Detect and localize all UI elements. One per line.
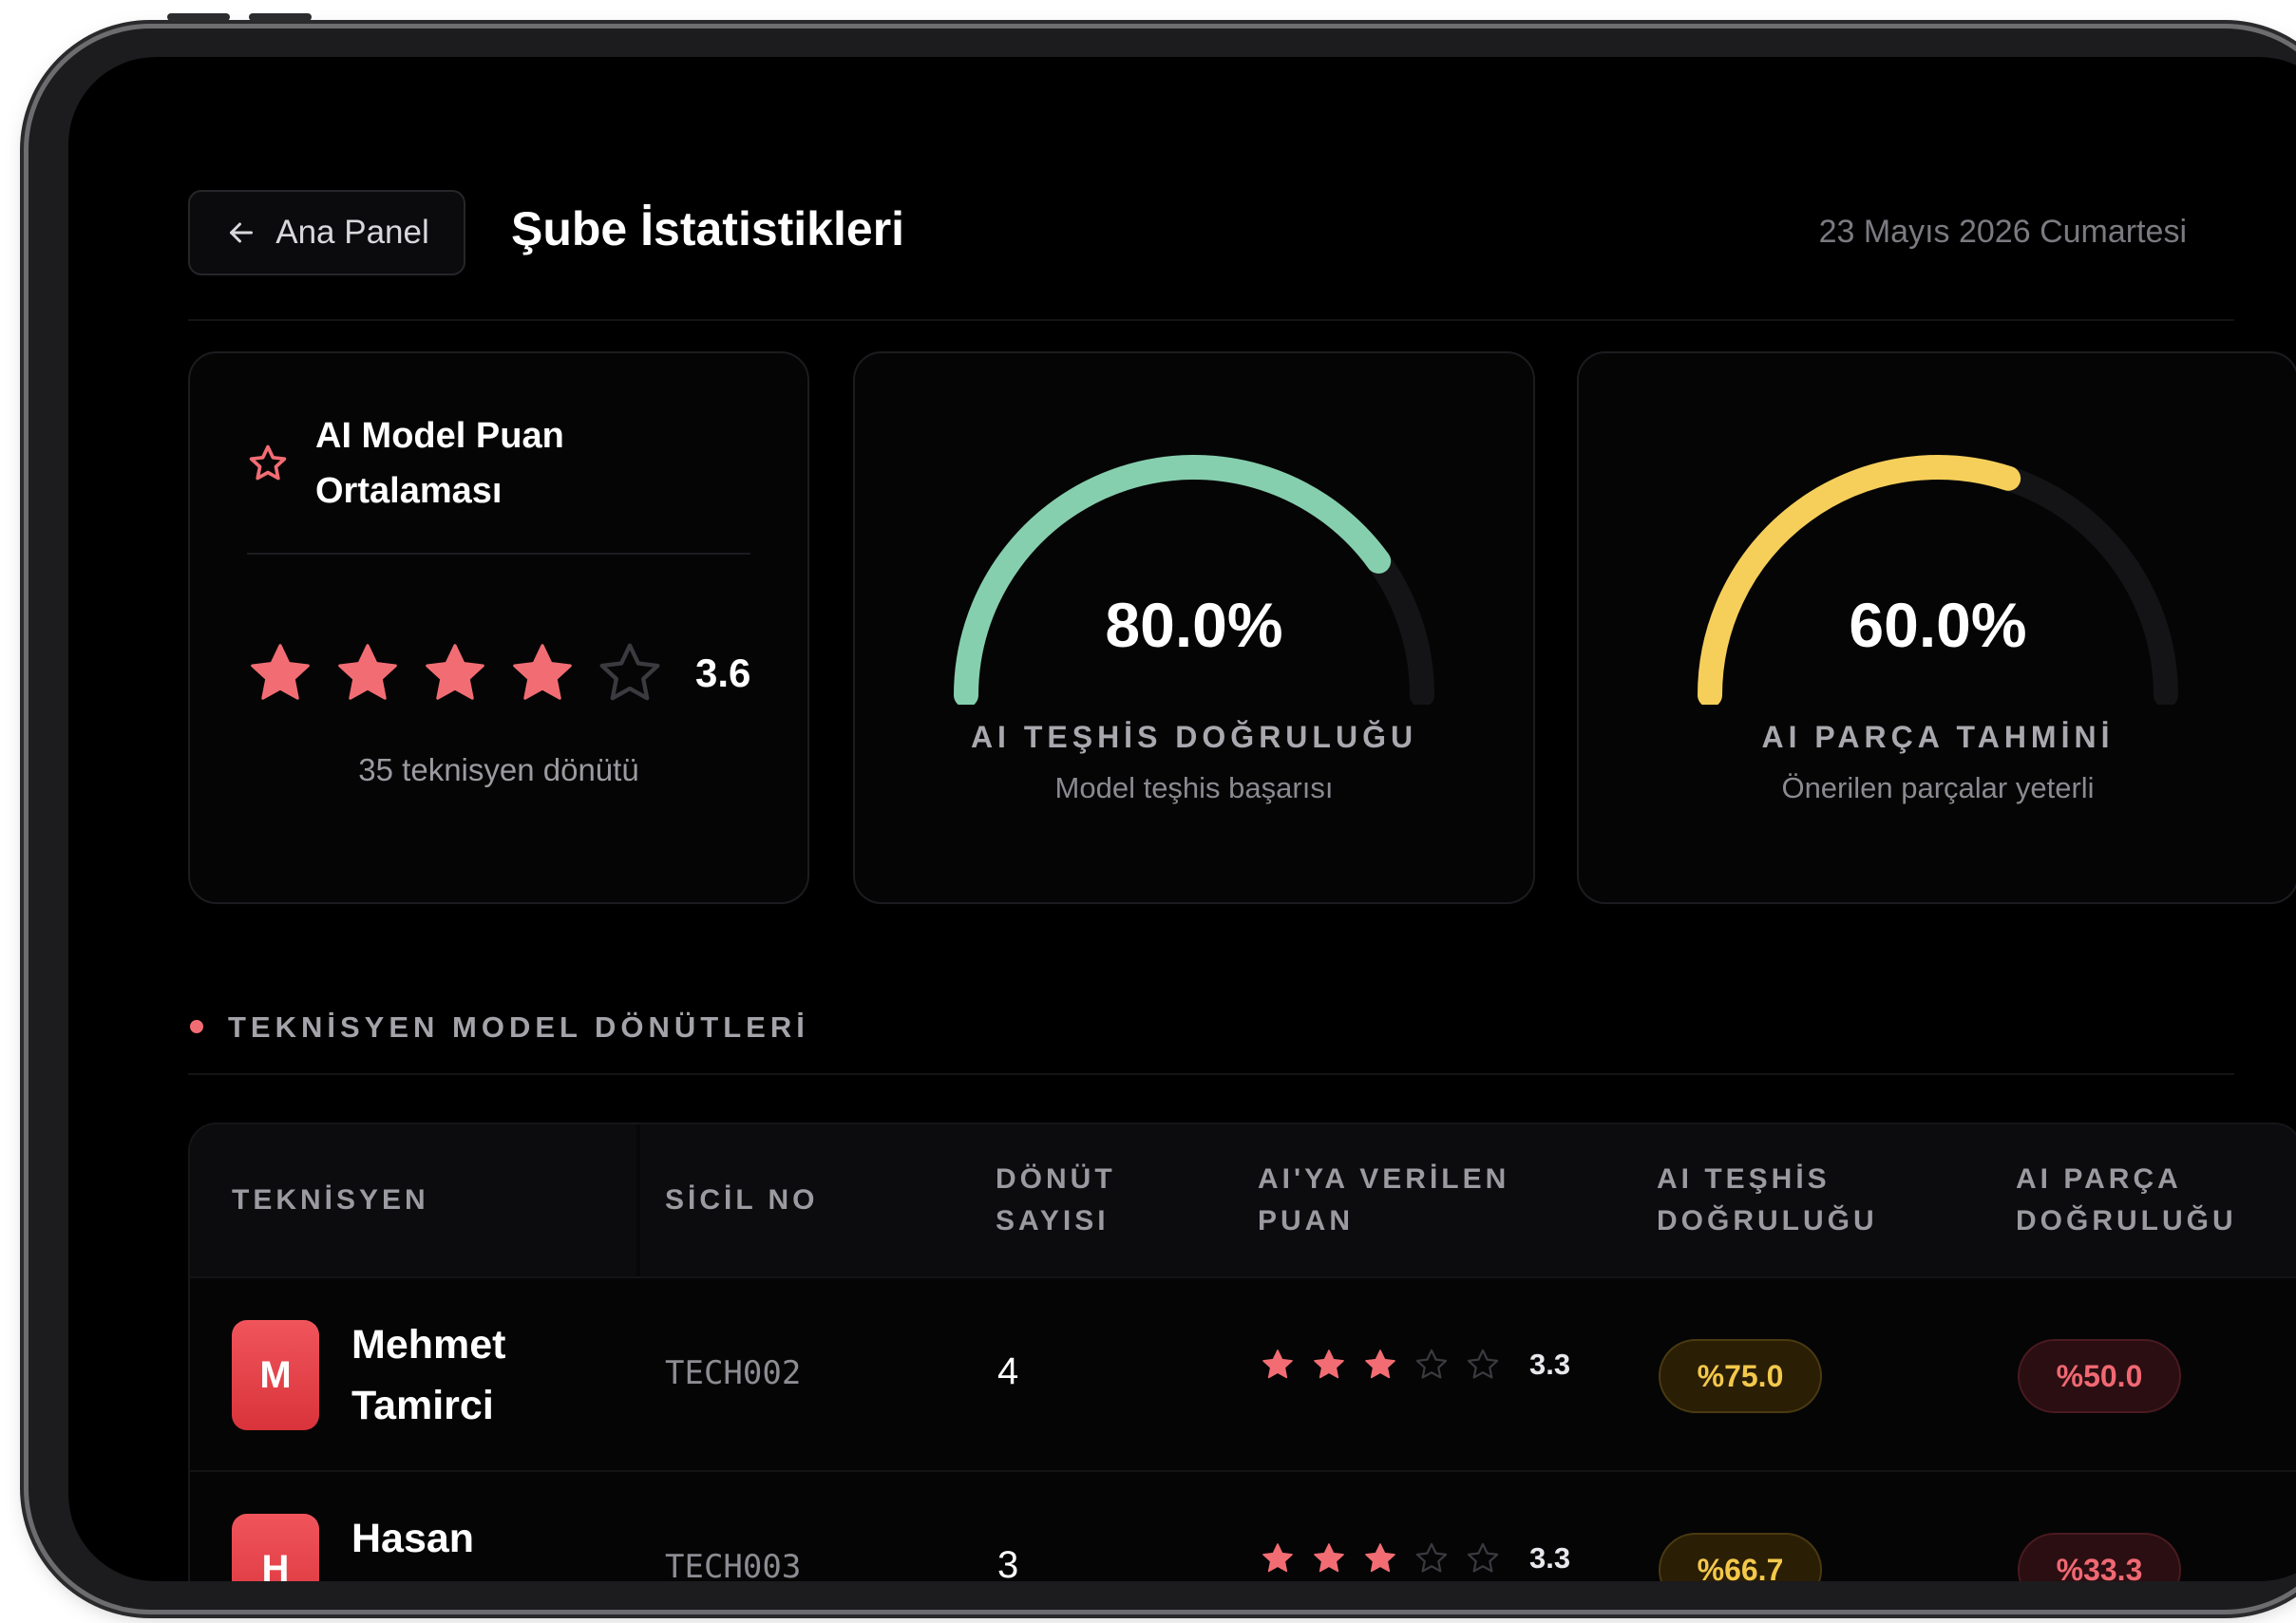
- gauge-track: [954, 455, 1434, 705]
- part-prediction-value: 60.0%: [1849, 590, 2027, 660]
- technician-name: Mehmet Tamirci: [351, 1322, 506, 1428]
- given-rating-value: 3.3: [1529, 1348, 1571, 1381]
- star-outline-icon: [249, 444, 287, 481]
- part-accuracy-badge: %33.3: [2018, 1533, 2181, 1581]
- given-rating-value: 3.3: [1529, 1541, 1571, 1575]
- volume-button-top-2: [249, 13, 312, 21]
- diagnosis-accuracy-value: 80.0%: [1105, 590, 1283, 660]
- table-row[interactable]: H Hasan Elektrikçi TECH003 3 3.3 %66.7 %…: [190, 1470, 2296, 1581]
- gauge-value-arc: [1698, 455, 2021, 705]
- section-indicator-dot: [190, 1020, 203, 1033]
- star-filled-icon: [1365, 1349, 1395, 1379]
- gauge-value-arc: [954, 455, 1392, 705]
- part-prediction-card: 60.0% AI PARÇA TAHMİNİ Önerilen parçalar…: [1577, 351, 2296, 904]
- ai-rating-card-header: AI Model Puan Ortalaması: [247, 408, 629, 519]
- diagnosis-accuracy-badge: %66.7: [1659, 1533, 1822, 1581]
- tablet-screen: Ana Panel Şube İstatistikleri 23 Mayıs 2…: [68, 57, 2296, 1581]
- star-filled-icon: [251, 644, 310, 700]
- volume-button-top: [167, 13, 230, 21]
- column-header-part-accuracy: AI PARÇA DOĞRULUĞU: [2016, 1163, 2237, 1236]
- diagnosis-accuracy-badge: %75.0: [1659, 1339, 1822, 1413]
- given-rating-stars: 3.3: [1260, 1347, 1570, 1383]
- column-separator: [636, 1124, 640, 1276]
- feedback-count: 4: [997, 1350, 1019, 1392]
- avatar: H: [232, 1514, 319, 1581]
- star-filled-icon: [1365, 1543, 1395, 1573]
- star-outline-icon: [1467, 1542, 1499, 1573]
- star-outline-icon: [599, 643, 660, 701]
- star-filled-icon: [1262, 1349, 1293, 1379]
- diagnosis-accuracy-gauge: [954, 455, 1434, 705]
- part-prediction-subtitle: Önerilen parçalar yeterli: [1781, 771, 2095, 804]
- feedback-count: 3: [997, 1544, 1019, 1581]
- column-header-diagnosis-accuracy: AI TEŞHİS DOĞRULUĞU: [1657, 1163, 1878, 1236]
- current-date: 23 Mayıs 2026 Cumartesi: [1818, 214, 2187, 250]
- column-header-feedback-count: DÖNÜT SAYISI: [996, 1163, 1116, 1236]
- sicil-no: TECH003: [665, 1548, 802, 1581]
- column-header-given-rating: AI'YA VERİLEN PUAN: [1258, 1163, 1510, 1236]
- diagnosis-accuracy-subtitle: Model teşhis başarısı: [1054, 771, 1334, 804]
- part-prediction-gauge: [1698, 455, 2178, 705]
- section-divider: [188, 1073, 2234, 1075]
- star-filled-icon: [338, 644, 397, 700]
- star-filled-icon: [1314, 1349, 1344, 1379]
- column-header-technician: TEKNİSYEN: [232, 1184, 429, 1216]
- table-row[interactable]: M Mehmet Tamirci TECH002 4 3.3 %75.0 %50…: [190, 1276, 2296, 1472]
- section-title: TEKNİSYEN MODEL DÖNÜTLERİ: [228, 1010, 809, 1044]
- arrow-left-icon: [230, 222, 254, 243]
- sicil-no: TECH002: [665, 1354, 802, 1392]
- star-filled-icon: [513, 644, 572, 700]
- table-header: TEKNİSYEN SİCİL NO DÖNÜT SAYISI AI'YA VE…: [190, 1124, 2296, 1276]
- technician-feedback-table: TEKNİSYEN SİCİL NO DÖNÜT SAYISI AI'YA VE…: [188, 1123, 2296, 1581]
- column-header-sicil-no: SİCİL NO: [665, 1184, 819, 1216]
- star-filled-icon: [1314, 1543, 1344, 1573]
- diagnosis-accuracy-label: AI TEŞHİS DOĞRULUĞU: [970, 720, 1418, 754]
- ai-rating-card: AI Model Puan Ortalaması 3.6 35 teknisye…: [188, 351, 809, 904]
- star-outline-icon: [1415, 1542, 1448, 1573]
- diagnosis-accuracy-card: 80.0% AI TEŞHİS DOĞRULUĞU Model teşhis b…: [853, 351, 1535, 904]
- page-title: Şube İstatistikleri: [511, 202, 905, 255]
- back-to-dashboard-button[interactable]: Ana Panel: [188, 190, 465, 275]
- ai-rating-card-title: AI Model Puan Ortalaması: [315, 416, 564, 511]
- tablet-device-frame: Ana Panel Şube İstatistikleri 23 Mayıs 2…: [28, 13, 2296, 1610]
- average-rating-value: 3.6: [695, 651, 751, 695]
- star-outline-icon: [1415, 1349, 1448, 1379]
- part-prediction-label: AI PARÇA TAHMİNİ: [1761, 720, 2115, 754]
- average-rating-stars: 3.6: [245, 638, 750, 708]
- app-content: Ana Panel Şube İstatistikleri 23 Mayıs 2…: [68, 57, 2296, 1581]
- avatar: M: [232, 1320, 319, 1430]
- star-filled-icon: [426, 644, 484, 700]
- star-outline-icon: [1467, 1349, 1499, 1379]
- given-rating-stars: 3.3: [1260, 1540, 1570, 1576]
- technician-name: Hasan Elektrikçi: [351, 1516, 533, 1581]
- gauge-track: [1698, 455, 2178, 705]
- feedback-count: 35 teknisyen dönütü: [358, 752, 639, 787]
- header-divider: [188, 319, 2234, 321]
- star-filled-icon: [1262, 1543, 1293, 1573]
- part-accuracy-badge: %50.0: [2018, 1339, 2181, 1413]
- card-divider: [247, 553, 750, 555]
- back-button-label: Ana Panel: [275, 214, 429, 251]
